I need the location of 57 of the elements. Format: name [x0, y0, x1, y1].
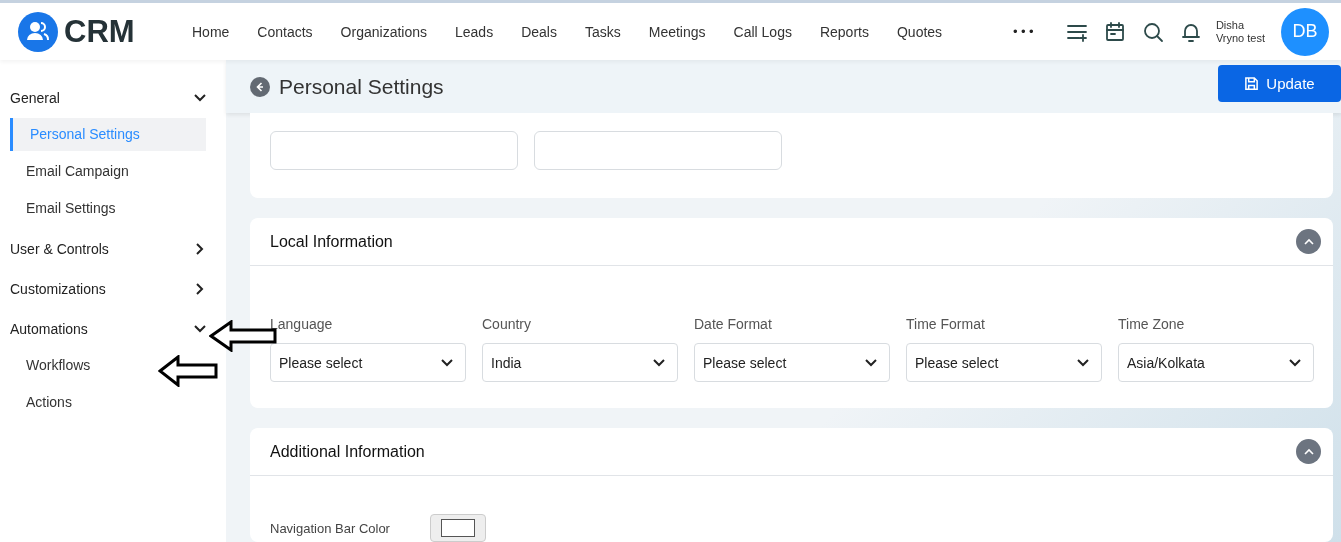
more-menu[interactable]: •••: [1011, 24, 1036, 39]
save-icon: [1244, 76, 1260, 91]
nav-link[interactable]: Reports: [805, 23, 883, 40]
field-label: Language: [270, 316, 334, 332]
field-label: Time Format: [906, 316, 986, 332]
chevron-icon: [865, 358, 877, 367]
nav-link[interactable]: Home: [178, 23, 244, 40]
chevron-icon: [194, 325, 206, 333]
sidebar-item[interactable]: Email Campaign: [10, 155, 137, 192]
brand-name: CRM: [64, 13, 135, 50]
chevron-icon: [196, 243, 204, 255]
nav-link[interactable]: Tasks: [570, 23, 635, 40]
select-field[interactable]: India: [482, 343, 678, 382]
select-field[interactable]: Please select: [906, 343, 1102, 382]
sidebar-group[interactable]: Automations: [10, 309, 206, 349]
back-icon[interactable]: [250, 76, 270, 97]
color-picker[interactable]: [429, 514, 486, 542]
user-name: Disha Vryno test: [1215, 18, 1265, 45]
field-label: Date Format: [694, 316, 773, 332]
sidebar-group[interactable]: User & Controls: [10, 229, 206, 269]
select-field[interactable]: Please select: [270, 343, 466, 382]
chevron-icon: [1077, 358, 1089, 367]
chevron-icon: [1289, 358, 1301, 367]
sidebar-group[interactable]: General: [10, 78, 206, 118]
field-label: Time Zone: [1118, 316, 1186, 332]
sidebar-item[interactable]: Workflows: [10, 349, 99, 386]
field-label: Navigation Bar Color: [270, 520, 390, 536]
collapse-button[interactable]: [1296, 439, 1321, 464]
nav-link[interactable]: Organizations: [326, 23, 441, 40]
chevron-icon: [441, 358, 453, 367]
chevron-icon: [1303, 238, 1314, 245]
nav-link[interactable]: Meetings: [634, 23, 720, 40]
chevron-icon: [194, 94, 206, 102]
sidebar-item[interactable]: Email Settings: [10, 192, 124, 229]
select-field[interactable]: Please select: [694, 343, 890, 382]
nav-link[interactable]: Call Logs: [719, 23, 806, 40]
annotation-arrow-drawing: [158, 355, 218, 387]
nav-link[interactable]: Contacts: [243, 23, 327, 40]
sidebar-item[interactable]: Actions: [10, 386, 80, 423]
chevron-icon: [653, 358, 665, 367]
section-title: Additional Information: [270, 442, 425, 461]
color-swatch-icon: [440, 519, 475, 537]
nav-link[interactable]: Leads: [441, 23, 508, 40]
nav-link[interactable]: Quotes: [882, 23, 957, 40]
input-field[interactable]: [534, 131, 782, 170]
nav-link[interactable]: Deals: [507, 23, 571, 40]
input-field[interactable]: [270, 131, 518, 170]
update-button[interactable]: Update: [1218, 65, 1341, 102]
section-title: Local Information: [270, 232, 393, 251]
select-field[interactable]: Asia/Kolkata: [1118, 343, 1314, 382]
logo-icon: [18, 11, 58, 52]
collapse-button[interactable]: [1296, 229, 1321, 254]
chevron-icon: [196, 283, 204, 295]
field-label: Country: [482, 316, 533, 332]
page-title: Personal Settings: [279, 74, 444, 99]
sidebar-group[interactable]: Customizations: [10, 269, 206, 309]
chevron-icon: [1303, 448, 1314, 455]
